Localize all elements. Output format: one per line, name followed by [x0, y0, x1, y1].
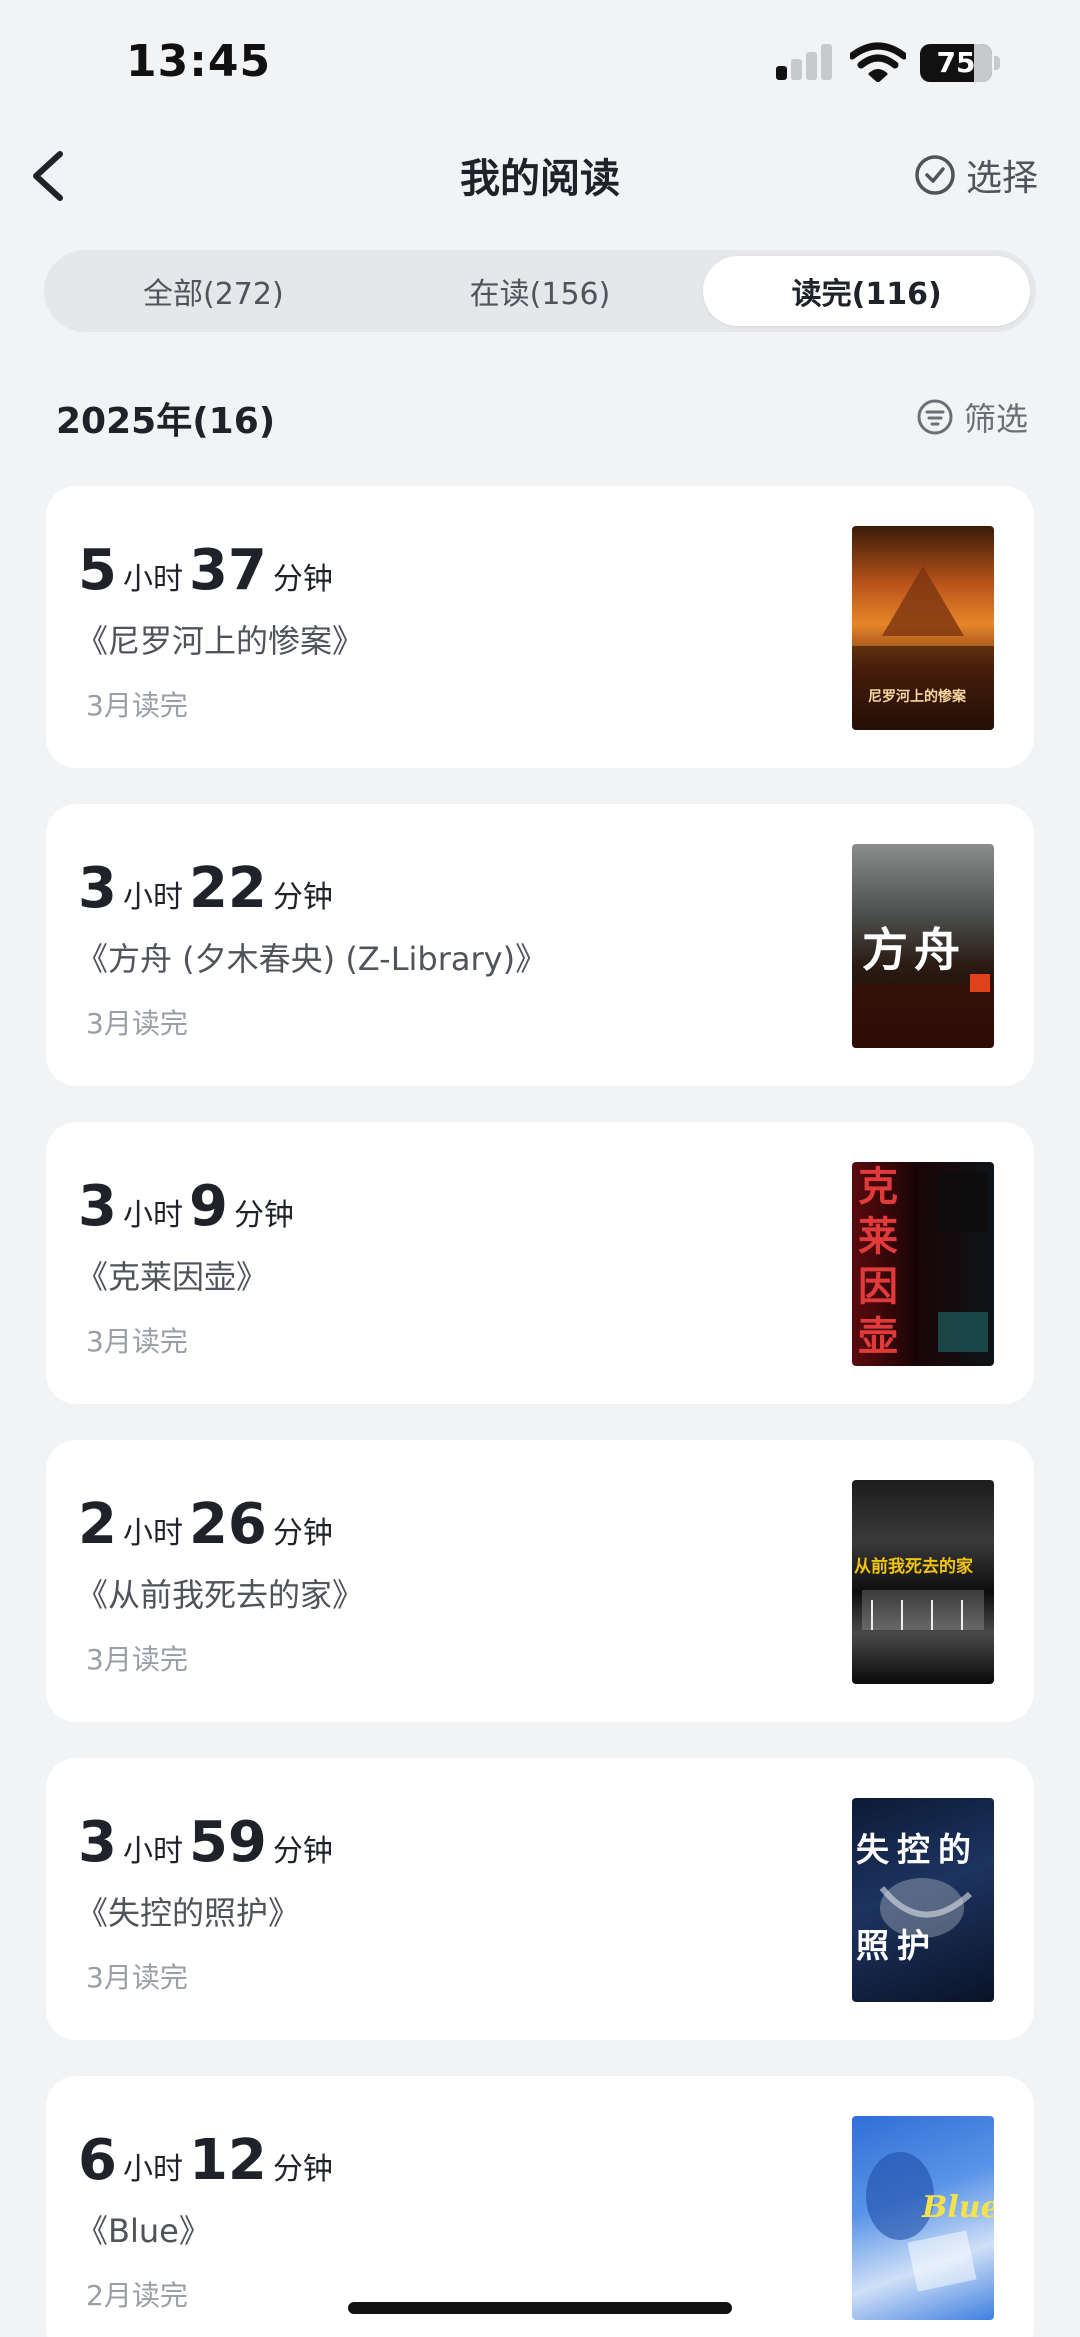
home-indicator: [348, 2302, 732, 2314]
navigation-bar: 我的阅读 选择: [0, 130, 1080, 220]
book-title: 《克莱因壶》: [76, 1258, 269, 1296]
book-title: 《从前我死去的家》: [76, 1576, 365, 1614]
battery-icon: 75: [920, 44, 1002, 82]
check-circle-icon: [915, 155, 955, 195]
duration-hours: 2: [78, 1492, 117, 1557]
wifi-icon: [850, 42, 906, 82]
duration-hours: 3: [78, 1810, 117, 1875]
cover-title-text: 失控的照护: [856, 1830, 979, 1965]
finished-date: 3月读完: [86, 689, 188, 722]
book-cover-image[interactable]: 方舟: [852, 844, 994, 1048]
minute-unit: 分钟: [272, 880, 333, 915]
reading-duration: 3 小时 59 分钟: [78, 1810, 339, 1875]
book-title: 《尼罗河上的惨案》: [76, 622, 365, 660]
book-cover-image[interactable]: 克莱因壶: [852, 1162, 994, 1366]
cover-title-text: 从前我死去的家: [854, 1557, 973, 1577]
book-card[interactable]: 6 小时 12 分钟 《Blue》 2月读完 Blue: [46, 2076, 1034, 2337]
cover-title-text: 克莱因壶: [858, 1163, 898, 1360]
duration-minutes: 12: [188, 2128, 267, 2193]
duration-minutes: 9: [188, 1174, 228, 1239]
filter-icon: [917, 399, 953, 435]
finished-date: 3月读完: [86, 1961, 188, 1994]
book-cover-image[interactable]: 失控的照护: [852, 1798, 994, 2002]
book-cover-image[interactable]: Blue: [852, 2116, 994, 2320]
reading-status-tabs: 全部(272) 在读(156) 读完(116): [44, 250, 1036, 332]
hour-unit: 小时: [122, 562, 183, 597]
book-card[interactable]: 5 小时 37 分钟 《尼罗河上的惨案》 3月读完 尼罗河上的惨案: [46, 486, 1034, 768]
finished-date: 3月读完: [86, 1643, 188, 1676]
duration-minutes: 26: [188, 1492, 267, 1557]
cover-title-text: 尼罗河上的惨案: [868, 689, 966, 705]
hour-unit: 小时: [122, 1516, 183, 1551]
tab-all[interactable]: 全部(272): [50, 256, 377, 326]
minute-unit: 分钟: [272, 2152, 333, 2187]
tab-finished[interactable]: 读完(116): [703, 256, 1031, 326]
book-card[interactable]: 3 小时 59 分钟 《失控的照护》 3月读完 失控的照护: [46, 1758, 1034, 2040]
filter-button[interactable]: 筛选: [916, 394, 1028, 440]
hour-unit: 小时: [122, 2152, 183, 2187]
duration-hours: 3: [78, 1174, 117, 1239]
book-card[interactable]: 3 小时 9 分钟 《克莱因壶》 3月读完 克莱因壶: [46, 1122, 1034, 1404]
cellular-signal-icon: [776, 44, 834, 80]
finished-date: 2月读完: [86, 2279, 188, 2312]
duration-minutes: 59: [188, 1810, 267, 1875]
minute-unit: 分钟: [272, 562, 333, 597]
book-cover-image[interactable]: 从前我死去的家: [852, 1480, 994, 1684]
select-label: 选择: [965, 158, 1038, 199]
duration-minutes: 37: [188, 538, 267, 603]
book-card[interactable]: 2 小时 26 分钟 《从前我死去的家》 3月读完 从前我死去的家: [46, 1440, 1034, 1722]
duration-hours: 3: [78, 856, 117, 921]
book-title: 《Blue》: [76, 2212, 211, 2250]
cover-title-text: Blue: [922, 2190, 994, 2225]
filter-label: 筛选: [963, 400, 1028, 438]
reading-duration: 3 小时 22 分钟: [78, 856, 339, 921]
duration-hours: 5: [78, 538, 117, 603]
book-title: 《失控的照护》: [76, 1894, 301, 1932]
minute-unit: 分钟: [272, 1516, 333, 1551]
hour-unit: 小时: [122, 1198, 183, 1233]
finished-date: 3月读完: [86, 1325, 188, 1358]
duration-minutes: 22: [188, 856, 267, 921]
duration-hours: 6: [78, 2128, 117, 2193]
book-title: 《方舟 (夕木春央) (Z-Library)》: [76, 940, 548, 978]
reading-duration: 2 小时 26 分钟: [78, 1492, 339, 1557]
book-cover-image[interactable]: 尼罗河上的惨案: [852, 526, 994, 730]
battery-percent: 75: [936, 46, 976, 79]
minute-unit: 分钟: [233, 1198, 294, 1233]
status-bar: 13:45 75: [0, 0, 1080, 130]
finished-date: 3月读完: [86, 1007, 188, 1040]
reading-duration: 6 小时 12 分钟: [78, 2128, 339, 2193]
tab-reading[interactable]: 在读(156): [377, 256, 704, 326]
hour-unit: 小时: [122, 880, 183, 915]
reading-duration: 5 小时 37 分钟: [78, 538, 339, 603]
select-button[interactable]: 选择: [914, 150, 1038, 200]
minute-unit: 分钟: [272, 1834, 333, 1869]
book-card[interactable]: 3 小时 22 分钟 《方舟 (夕木春央) (Z-Library)》 3月读完 方舟: [46, 804, 1034, 1086]
hour-unit: 小时: [122, 1834, 183, 1869]
cover-title-text: 方舟: [862, 923, 966, 977]
year-section-title: 2025年(16): [56, 401, 276, 442]
status-time: 13:45: [126, 36, 272, 87]
reading-duration: 3 小时 9 分钟: [78, 1174, 300, 1239]
